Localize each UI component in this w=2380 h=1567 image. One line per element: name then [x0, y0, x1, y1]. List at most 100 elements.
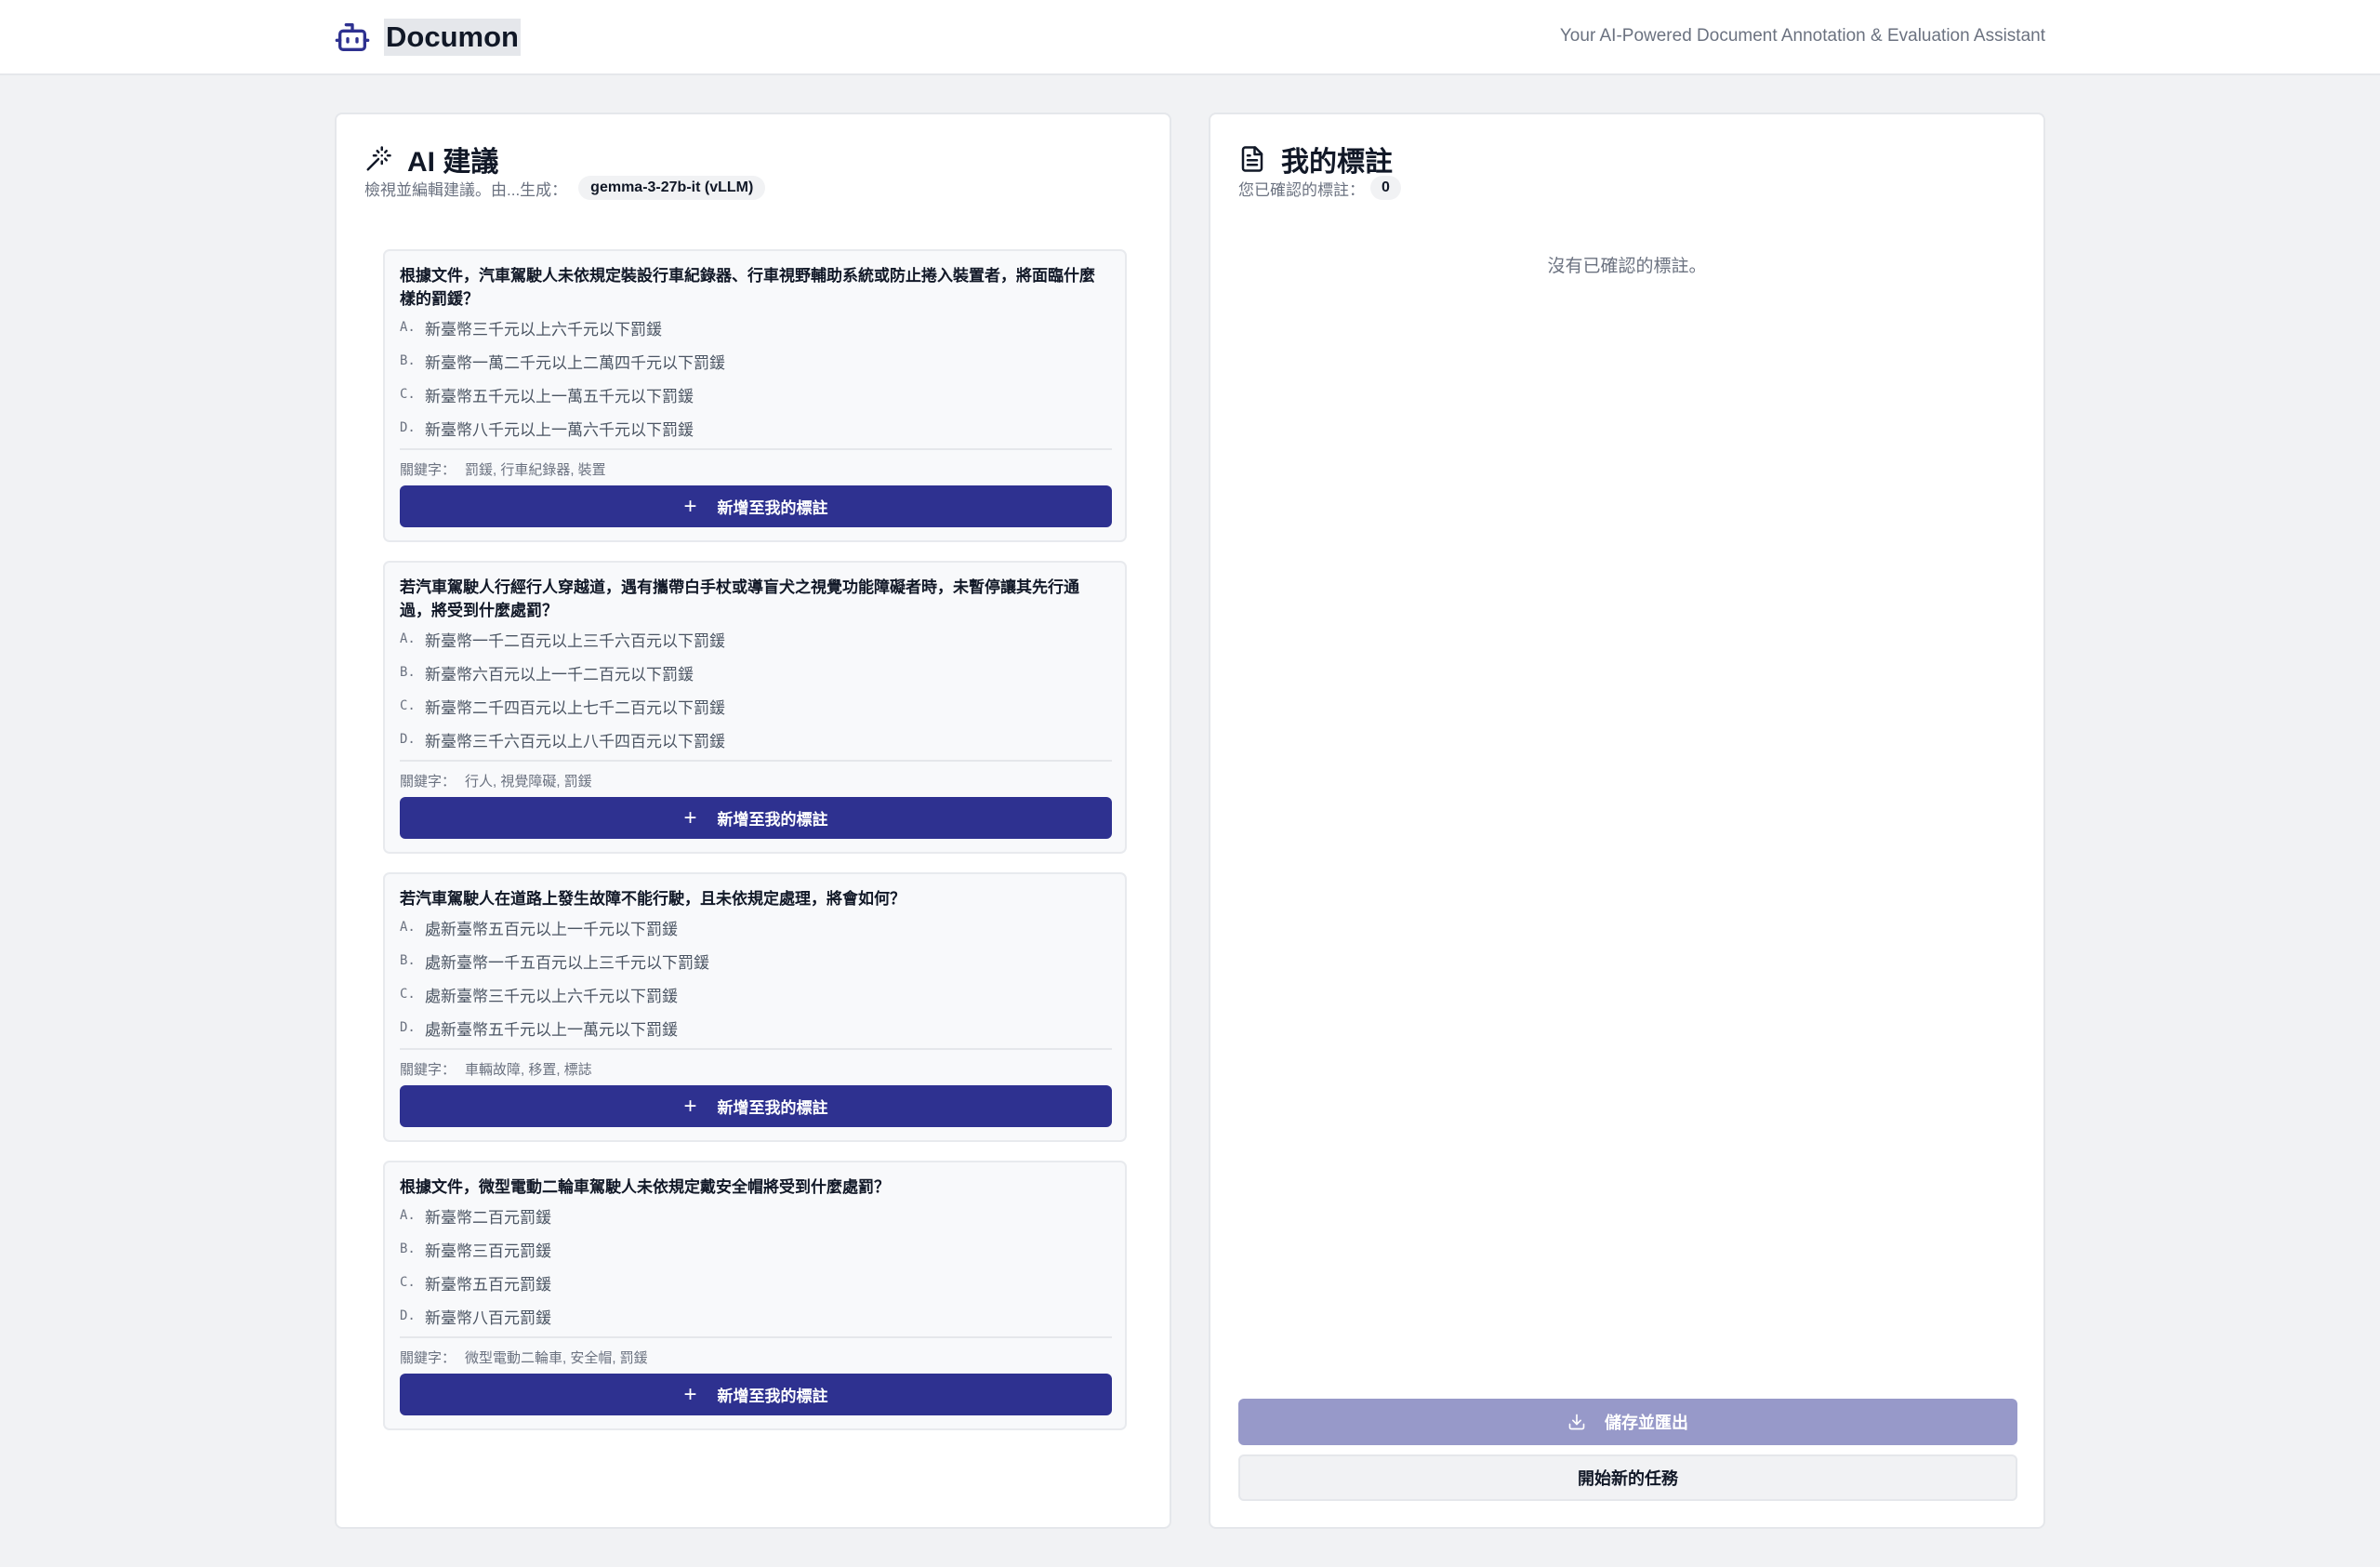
keywords-label: 關鍵字：	[400, 1062, 456, 1078]
panel-title-ai: AI 建議	[364, 139, 498, 179]
question-text: 根據文件，汽車駕駛人未依規定裝設行車紀錄器、行車視野輔助系統或防止捲入裝置者，將…	[400, 267, 1095, 308]
suggestion-list: 根據文件，汽車駕駛人未依規定裝設行車紀錄器、行車視野輔助系統或防止捲入裝置者，將…	[383, 249, 1127, 1449]
option-text: 新臺幣一萬二千元以上二萬四千元以下罰鍰	[425, 353, 725, 372]
plus-icon: +	[683, 804, 697, 830]
plus-icon: +	[683, 1381, 697, 1407]
option-text: 處新臺幣一千五百元以上三千元以下罰鍰	[425, 953, 709, 972]
ai-suggestions-panel: AI 建議 檢視並編輯建議。由...生成： gemma-3-27b-it (vL…	[335, 113, 1171, 1529]
keywords-row: 關鍵字： 行人, 視覺障礙, 罰鍰	[400, 760, 1112, 797]
plus-icon: +	[683, 493, 697, 519]
confirmed-label: 您已確認的標註：	[1238, 180, 1365, 199]
add-button-label: 新增至我的標註	[717, 1388, 828, 1405]
option-text: 處新臺幣五千元以上一萬元以下罰鍰	[425, 1020, 678, 1039]
option-letter: D.	[400, 420, 416, 435]
keywords-row: 關鍵字： 罰鍰, 行車紀錄器, 裝置	[400, 448, 1112, 485]
add-to-annotations-button[interactable]: + 新增至我的標註	[400, 1374, 1112, 1415]
add-button-label: 新增至我的標註	[717, 811, 828, 829]
app-name: Documon	[384, 19, 521, 56]
keywords-label: 關鍵字：	[400, 1350, 456, 1366]
option-c: C. 新臺幣五千元以上一萬五千元以下罰鍰	[400, 378, 1112, 411]
option-letter: C.	[400, 987, 416, 1002]
panel-title-annotations: 我的標註	[1238, 139, 1393, 179]
annotations-panel-heading: 我的標註	[1281, 147, 1393, 178]
option-text: 新臺幣六百元以上一千二百元以下罰鍰	[425, 665, 694, 684]
option-a: A. 新臺幣一千二百元以上三千六百元以下罰鍰	[400, 622, 1112, 656]
option-letter: D.	[400, 1020, 416, 1035]
start-new-task-button[interactable]: 開始新的任務	[1238, 1454, 2017, 1501]
export-button-label: 儲存並匯出	[1605, 1414, 1688, 1432]
option-letter: A.	[400, 1208, 416, 1223]
option-text: 新臺幣五百元罰鍰	[425, 1275, 551, 1294]
keywords-label: 關鍵字：	[400, 774, 456, 790]
brand[interactable]: Documon	[334, 17, 521, 58]
confirmed-count-badge: 0	[1370, 176, 1401, 200]
add-to-annotations-button[interactable]: + 新增至我的標註	[400, 797, 1112, 839]
model-badge: gemma-3-27b-it (vLLM)	[578, 176, 766, 200]
suggestion-card: 若汽車駕駛人行經行人穿越道，遇有攜帶白手杖或導盲犬之視覺功能障礙者時，未暫停讓其…	[383, 561, 1127, 854]
option-b: B. 新臺幣三百元罰鍰	[400, 1232, 1112, 1266]
magic-wand-icon	[364, 144, 394, 174]
annotations-panel-subtitle: 您已確認的標註： 0	[1238, 176, 1401, 200]
option-text: 新臺幣一千二百元以上三千六百元以下罰鍰	[425, 631, 725, 650]
option-text: 新臺幣二百元罰鍰	[425, 1208, 551, 1227]
ai-panel-heading: AI 建議	[407, 147, 499, 178]
option-text: 處新臺幣三千元以上六千元以下罰鍰	[425, 987, 678, 1005]
option-letter: A.	[400, 320, 416, 335]
option-letter: B.	[400, 953, 416, 968]
keywords-value: 車輛故障, 移置, 標誌	[465, 1062, 592, 1078]
suggestion-card: 若汽車駕駛人在道路上發生故障不能行駛，且未依規定處理，將會如何？ A. 處新臺幣五…	[383, 872, 1127, 1142]
keywords-value: 罰鍰, 行車紀錄器, 裝置	[465, 462, 606, 478]
option-a: A. 新臺幣二百元罰鍰	[400, 1199, 1112, 1232]
option-letter: A.	[400, 631, 416, 646]
option-a: A. 新臺幣三千元以上六千元以下罰鍰	[400, 311, 1112, 344]
option-text: 新臺幣三千六百元以上八千四百元以下罰鍰	[425, 732, 725, 750]
option-letter: B.	[400, 353, 416, 368]
option-text: 新臺幣八千元以上一萬六千元以下罰鍰	[425, 420, 694, 439]
app-tagline: Your AI-Powered Document Annotation & Ev…	[1559, 26, 2045, 46]
option-text: 新臺幣三千元以上六千元以下罰鍰	[425, 320, 662, 339]
option-text: 新臺幣二千四百元以上七千二百元以下罰鍰	[425, 698, 725, 717]
option-letter: C.	[400, 1275, 416, 1290]
option-a: A. 處新臺幣五百元以上一千元以下罰鍰	[400, 910, 1112, 944]
save-and-export-button[interactable]: 儲存並匯出	[1238, 1399, 2017, 1445]
question-text: 根據文件，微型電動二輪車駕駛人未依規定戴安全帽將受到什麼處罰？	[400, 1178, 890, 1196]
plus-icon: +	[683, 1093, 697, 1119]
keywords-value: 微型電動二輪車, 安全帽, 罰鍰	[465, 1350, 648, 1366]
keywords-row: 關鍵字： 車輛故障, 移置, 標誌	[400, 1048, 1112, 1085]
generated-by-label: 檢視並編輯建議。由...生成：	[364, 180, 568, 199]
option-letter: C.	[400, 698, 416, 713]
keywords-label: 關鍵字：	[400, 462, 456, 478]
option-b: B. 處新臺幣一千五百元以上三千元以下罰鍰	[400, 944, 1112, 977]
option-b: B. 新臺幣六百元以上一千二百元以下罰鍰	[400, 656, 1112, 689]
question-text: 若汽車駕駛人行經行人穿越道，遇有攜帶白手杖或導盲犬之視覺功能障礙者時，未暫停讓其…	[400, 578, 1079, 619]
option-letter: D.	[400, 1308, 416, 1323]
option-b: B. 新臺幣一萬二千元以上二萬四千元以下罰鍰	[400, 344, 1112, 378]
option-d: D. 處新臺幣五千元以上一萬元以下罰鍰	[400, 1011, 1112, 1044]
empty-state-message: 沒有已確認的標註。	[1547, 257, 1707, 276]
document-icon	[1238, 144, 1268, 174]
keywords-value: 行人, 視覺障礙, 罰鍰	[465, 774, 592, 790]
option-c: C. 新臺幣五百元罰鍰	[400, 1266, 1112, 1299]
add-to-annotations-button[interactable]: + 新增至我的標註	[400, 485, 1112, 527]
option-letter: A.	[400, 920, 416, 935]
option-text: 新臺幣八百元罰鍰	[425, 1308, 551, 1327]
option-d: D. 新臺幣八千元以上一萬六千元以下罰鍰	[400, 411, 1112, 445]
suggestion-card: 根據文件，汽車駕駛人未依規定裝設行車紀錄器、行車視野輔助系統或防止捲入裝置者，將…	[383, 249, 1127, 542]
new-task-button-label: 開始新的任務	[1578, 1469, 1678, 1488]
option-d: D. 新臺幣三千六百元以上八千四百元以下罰鍰	[400, 723, 1112, 756]
app-header: Documon Your AI-Powered Document Annotat…	[0, 0, 2380, 75]
option-c: C. 處新臺幣三千元以上六千元以下罰鍰	[400, 977, 1112, 1011]
add-button-label: 新增至我的標註	[717, 499, 828, 517]
my-annotations-panel: 我的標註 您已確認的標註： 0 沒有已確認的標註。 儲存並匯出 開始新的任務	[1209, 113, 2045, 1529]
download-icon	[1567, 1412, 1588, 1432]
option-letter: B.	[400, 1242, 416, 1256]
option-d: D. 新臺幣八百元罰鍰	[400, 1299, 1112, 1333]
option-text: 新臺幣五千元以上一萬五千元以下罰鍰	[425, 387, 694, 405]
option-c: C. 新臺幣二千四百元以上七千二百元以下罰鍰	[400, 689, 1112, 723]
question-text: 若汽車駕駛人在道路上發生故障不能行駛，且未依規定處理，將會如何？	[400, 890, 906, 908]
option-letter: C.	[400, 387, 416, 402]
option-letter: D.	[400, 732, 416, 747]
option-text: 處新臺幣五百元以上一千元以下罰鍰	[425, 920, 678, 938]
ai-panel-subtitle: 檢視並編輯建議。由...生成： gemma-3-27b-it (vLLM)	[364, 176, 766, 200]
add-to-annotations-button[interactable]: + 新增至我的標註	[400, 1085, 1112, 1127]
